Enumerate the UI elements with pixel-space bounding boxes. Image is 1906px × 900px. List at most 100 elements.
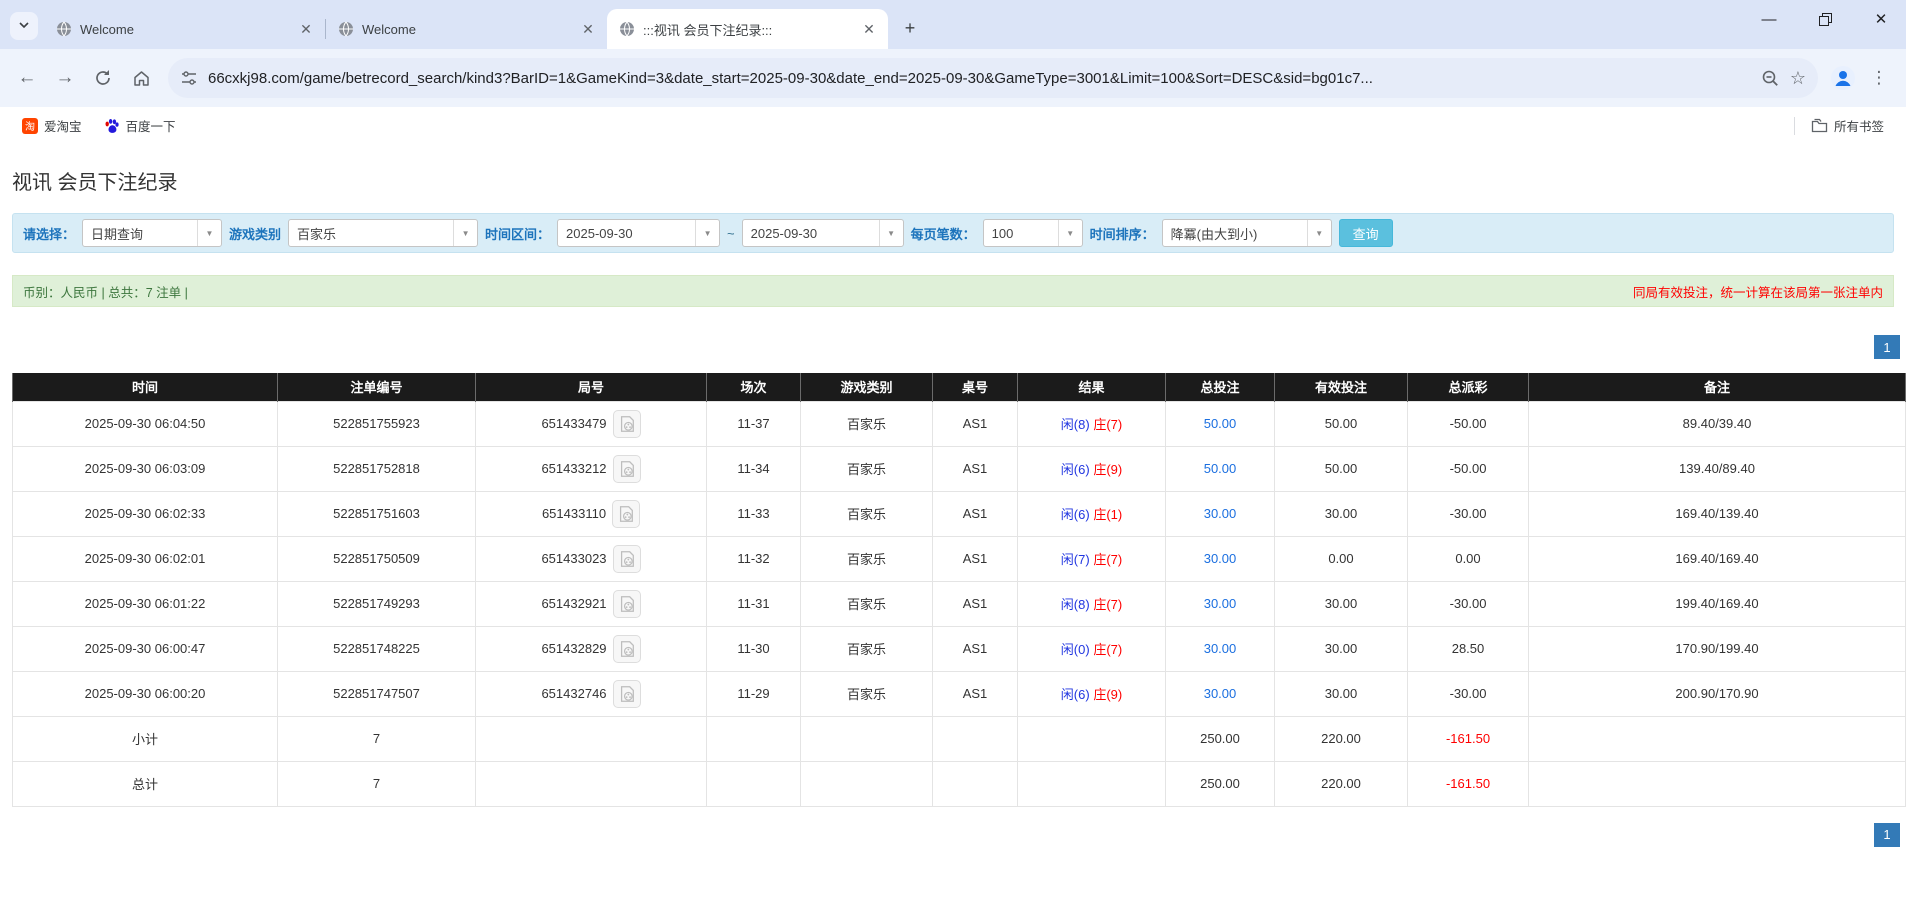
video-icon xyxy=(618,550,636,568)
col-note: 备注 xyxy=(1529,373,1906,401)
bookmark-baidu[interactable]: 百度一下 xyxy=(96,112,184,139)
cell-result: 闲(6) 庄(9) xyxy=(1018,671,1166,716)
col-result: 结果 xyxy=(1018,373,1166,401)
minimize-button[interactable]: — xyxy=(1756,6,1782,32)
cell-time: 2025-09-30 06:01:22 xyxy=(13,581,278,626)
video-icon xyxy=(617,505,635,523)
home-button[interactable] xyxy=(124,61,158,95)
forward-button[interactable]: → xyxy=(48,61,82,95)
pagination-bottom: 1 xyxy=(0,823,1900,847)
close-window-button[interactable]: ✕ xyxy=(1868,6,1894,32)
cell-total-bet: 30.00 xyxy=(1166,626,1275,671)
table-row: 2025-09-30 06:02:33 522851751603 6514331… xyxy=(13,491,1906,536)
video-replay-button[interactable] xyxy=(613,635,641,663)
back-button[interactable]: ← xyxy=(10,61,44,95)
folder-icon xyxy=(1811,118,1828,133)
total-bet-link[interactable]: 30.00 xyxy=(1204,596,1237,611)
video-replay-button[interactable] xyxy=(613,590,641,618)
globe-icon xyxy=(338,21,354,37)
restore-button[interactable] xyxy=(1812,6,1838,32)
total-bet-link[interactable]: 30.00 xyxy=(1204,551,1237,566)
zoom-level-icon[interactable] xyxy=(1761,69,1780,88)
total-bet-link[interactable]: 50.00 xyxy=(1204,416,1237,431)
video-icon xyxy=(618,415,636,433)
cell-result: 闲(0) 庄(7) xyxy=(1018,626,1166,671)
tab-strip: Welcome ✕ Welcome ✕ :::视讯 会员下注纪录::: ✕ + … xyxy=(0,0,1906,49)
summary-bar: 币别：人民币 | 总共：7 注单 | 同局有效投注，统一计算在该局第一张注单内 xyxy=(12,275,1894,307)
site-settings-icon[interactable] xyxy=(180,69,198,87)
subtotal-payout: -161.50 xyxy=(1408,716,1529,761)
bookmarks-bar: 淘 爱淘宝 百度一下 所有书签 xyxy=(0,107,1906,144)
cell-result: 闲(7) 庄(7) xyxy=(1018,536,1166,581)
total-total-bet: 250.00 xyxy=(1166,761,1275,806)
per-page-select[interactable]: 100 ▼ xyxy=(983,219,1083,247)
cell-note: 199.40/169.40 xyxy=(1529,581,1906,626)
cell-time: 2025-09-30 06:03:09 xyxy=(13,446,278,491)
total-bet-link[interactable]: 30.00 xyxy=(1204,686,1237,701)
date-start-select[interactable]: 2025-09-30 ▼ xyxy=(557,219,720,247)
tab-close-icon[interactable]: ✕ xyxy=(579,20,597,38)
browser-toolbar: ← → 66cxkj98.com/game/betrecord_search/k… xyxy=(0,49,1906,107)
tab-title: Welcome xyxy=(362,22,571,37)
game-type-select[interactable]: 百家乐 ▼ xyxy=(288,219,478,247)
video-replay-button[interactable] xyxy=(613,410,641,438)
cell-time: 2025-09-30 06:02:01 xyxy=(13,536,278,581)
tab-search-button[interactable] xyxy=(10,12,38,40)
search-button[interactable]: 查询 xyxy=(1339,219,1393,247)
cell-game: 百家乐 xyxy=(801,401,933,446)
bookmark-star-icon[interactable]: ☆ xyxy=(1790,68,1806,89)
valid-bet-note-text: 同局有效投注，统一计算在该局第一张注单内 xyxy=(1633,282,1883,301)
sort-label: 时间排序： xyxy=(1090,224,1155,243)
cell-time: 2025-09-30 06:00:47 xyxy=(13,626,278,671)
cell-table: AS1 xyxy=(933,491,1018,536)
browser-menu-button[interactable]: ⋮ xyxy=(1862,61,1896,95)
video-replay-button[interactable] xyxy=(613,455,641,483)
cell-note: 169.40/139.40 xyxy=(1529,491,1906,536)
page-1-button[interactable]: 1 xyxy=(1874,335,1900,359)
home-icon xyxy=(132,69,151,88)
bookmark-aitaobao[interactable]: 淘 爱淘宝 xyxy=(14,112,90,139)
sort-select[interactable]: 降冪(由大到小) ▼ xyxy=(1162,219,1332,247)
video-replay-button[interactable] xyxy=(613,545,641,573)
cell-time: 2025-09-30 06:00:20 xyxy=(13,671,278,716)
table-header-row: 时间 注单编号 局号 场次 游戏类别 桌号 结果 总投注 有效投注 总派彩 备注 xyxy=(13,373,1906,401)
table-row: 2025-09-30 06:02:01 522851750509 6514330… xyxy=(13,536,1906,581)
profile-avatar[interactable] xyxy=(1828,63,1858,93)
game-type-label: 游戏类别 xyxy=(229,224,281,243)
tab-welcome-2[interactable]: Welcome ✕ xyxy=(326,9,607,49)
result-player: 闲(8) xyxy=(1061,597,1090,612)
url-bar[interactable]: 66cxkj98.com/game/betrecord_search/kind3… xyxy=(168,58,1818,98)
person-icon xyxy=(1830,65,1856,91)
query-type-select[interactable]: 日期查询 ▼ xyxy=(82,219,222,247)
cell-bet-id: 522851751603 xyxy=(278,491,476,536)
cell-session: 11-33 xyxy=(707,491,801,536)
video-replay-button[interactable] xyxy=(612,500,640,528)
total-bet-link[interactable]: 50.00 xyxy=(1204,461,1237,476)
cell-bet-id: 522851750509 xyxy=(278,536,476,581)
cell-note: 170.90/199.40 xyxy=(1529,626,1906,671)
page-1-button[interactable]: 1 xyxy=(1874,823,1900,847)
tab-close-icon[interactable]: ✕ xyxy=(297,20,315,38)
tab-welcome-1[interactable]: Welcome ✕ xyxy=(44,9,325,49)
subtotal-valid-bet: 220.00 xyxy=(1275,716,1408,761)
tab-close-icon[interactable]: ✕ xyxy=(860,20,878,38)
cell-payout: -50.00 xyxy=(1408,401,1529,446)
per-page-label: 每页笔数： xyxy=(911,224,976,243)
cell-valid-bet: 30.00 xyxy=(1275,581,1408,626)
select-label: 请选择： xyxy=(23,224,75,243)
total-bet-link[interactable]: 30.00 xyxy=(1204,506,1237,521)
video-replay-button[interactable] xyxy=(613,680,641,708)
cell-game: 百家乐 xyxy=(801,491,933,536)
refresh-button[interactable] xyxy=(86,61,120,95)
all-bookmarks-button[interactable]: 所有书签 xyxy=(1803,112,1892,139)
table-row: 2025-09-30 06:04:50 522851755923 6514334… xyxy=(13,401,1906,446)
total-bet-link[interactable]: 30.00 xyxy=(1204,641,1237,656)
cell-total-bet: 50.00 xyxy=(1166,446,1275,491)
date-end-select[interactable]: 2025-09-30 ▼ xyxy=(742,219,904,247)
cell-bet-id: 522851749293 xyxy=(278,581,476,626)
tab-betrecord-active[interactable]: :::视讯 会员下注纪录::: ✕ xyxy=(607,9,888,49)
taobao-icon: 淘 xyxy=(22,118,38,134)
url-text[interactable]: 66cxkj98.com/game/betrecord_search/kind3… xyxy=(208,70,1751,87)
table-body: 2025-09-30 06:04:50 522851755923 6514334… xyxy=(13,401,1906,716)
new-tab-button[interactable]: + xyxy=(896,14,924,42)
